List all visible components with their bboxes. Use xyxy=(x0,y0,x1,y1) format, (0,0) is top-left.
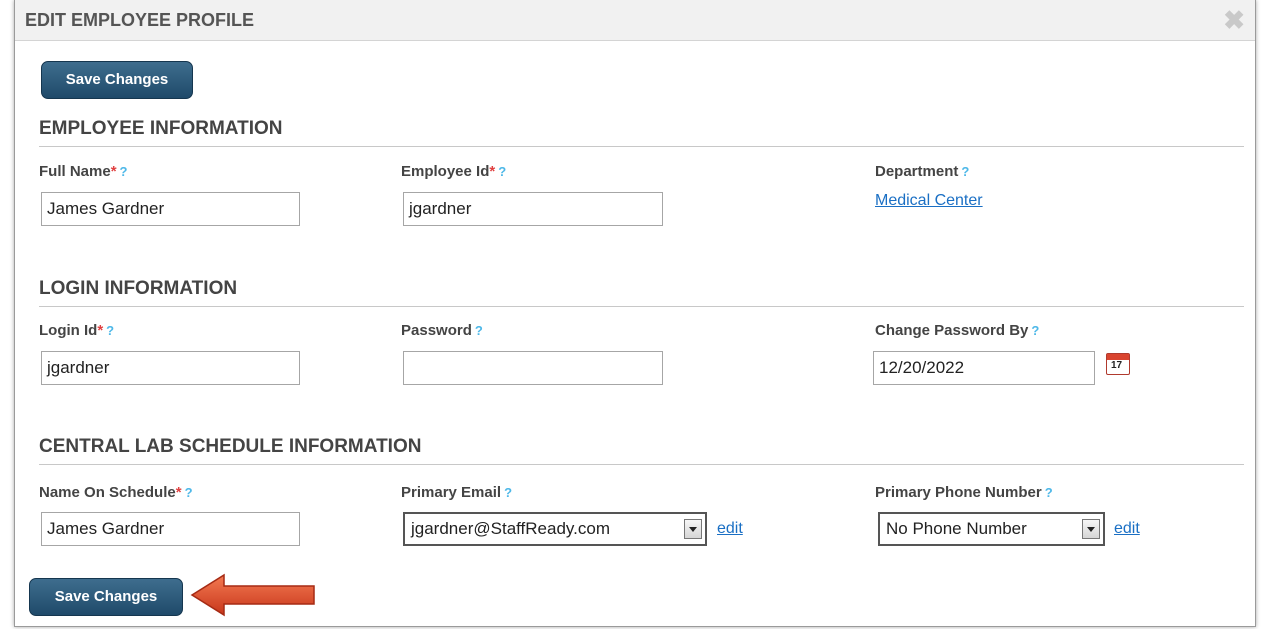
help-icon[interactable]: ? xyxy=(1045,485,1053,500)
required-marker: * xyxy=(97,322,104,339)
required-marker: * xyxy=(489,163,496,180)
primary-phone-select[interactable]: No Phone Number xyxy=(878,512,1105,546)
full-name-label: Full Name*? xyxy=(39,163,128,180)
primary-email-select[interactable]: jgardner@StaffReady.com xyxy=(403,512,707,546)
calendar-icon[interactable]: 17 xyxy=(1106,353,1130,375)
chevron-down-icon[interactable] xyxy=(684,519,702,539)
required-marker: * xyxy=(110,163,117,180)
password-label: Password? xyxy=(401,322,483,339)
section-login-information: LOGIN INFORMATION xyxy=(39,278,1244,307)
employee-id-input[interactable]: jgardner xyxy=(403,192,663,226)
department-link[interactable]: Medical Center xyxy=(875,192,983,210)
password-input[interactable] xyxy=(403,351,663,385)
full-name-input[interactable]: James Gardner xyxy=(41,192,300,226)
help-icon[interactable]: ? xyxy=(504,485,512,500)
primary-phone-label: Primary Phone Number? xyxy=(875,484,1053,501)
help-icon[interactable]: ? xyxy=(475,323,483,338)
save-changes-button-bottom[interactable]: Save Changes xyxy=(29,578,183,616)
help-icon[interactable]: ? xyxy=(498,164,506,179)
login-id-input[interactable]: jgardner xyxy=(41,351,300,385)
section-schedule-information: CENTRAL LAB SCHEDULE INFORMATION xyxy=(39,436,1244,465)
primary-email-edit-link[interactable]: edit xyxy=(717,520,743,538)
department-label: Department? xyxy=(875,163,970,180)
name-on-schedule-label: Name On Schedule*? xyxy=(39,484,193,501)
dialog-title: EDIT EMPLOYEE PROFILE xyxy=(25,10,255,30)
change-password-date-input[interactable]: 12/20/2022 xyxy=(873,351,1095,385)
login-id-label: Login Id*? xyxy=(39,322,115,339)
required-marker: * xyxy=(175,484,182,501)
employee-id-label: Employee Id*? xyxy=(401,163,507,180)
primary-email-label: Primary Email? xyxy=(401,484,513,501)
help-icon[interactable]: ? xyxy=(961,164,969,179)
primary-phone-edit-link[interactable]: edit xyxy=(1114,520,1140,538)
help-icon[interactable]: ? xyxy=(185,485,193,500)
arrow-icon xyxy=(190,573,315,617)
save-changes-button-top[interactable]: Save Changes xyxy=(41,61,193,99)
edit-employee-dialog: EDIT EMPLOYEE PROFILE ✖ Save Changes EMP… xyxy=(14,0,1256,627)
help-icon[interactable]: ? xyxy=(1031,323,1039,338)
close-icon[interactable]: ✖ xyxy=(1223,6,1245,34)
help-icon[interactable]: ? xyxy=(120,164,128,179)
help-icon[interactable]: ? xyxy=(106,323,114,338)
chevron-down-icon[interactable] xyxy=(1082,519,1100,539)
name-on-schedule-input[interactable]: James Gardner xyxy=(41,512,300,546)
change-password-by-label: Change Password By? xyxy=(875,322,1040,339)
section-employee-information: EMPLOYEE INFORMATION xyxy=(39,118,1244,147)
dialog-titlebar: EDIT EMPLOYEE PROFILE ✖ xyxy=(15,0,1255,41)
